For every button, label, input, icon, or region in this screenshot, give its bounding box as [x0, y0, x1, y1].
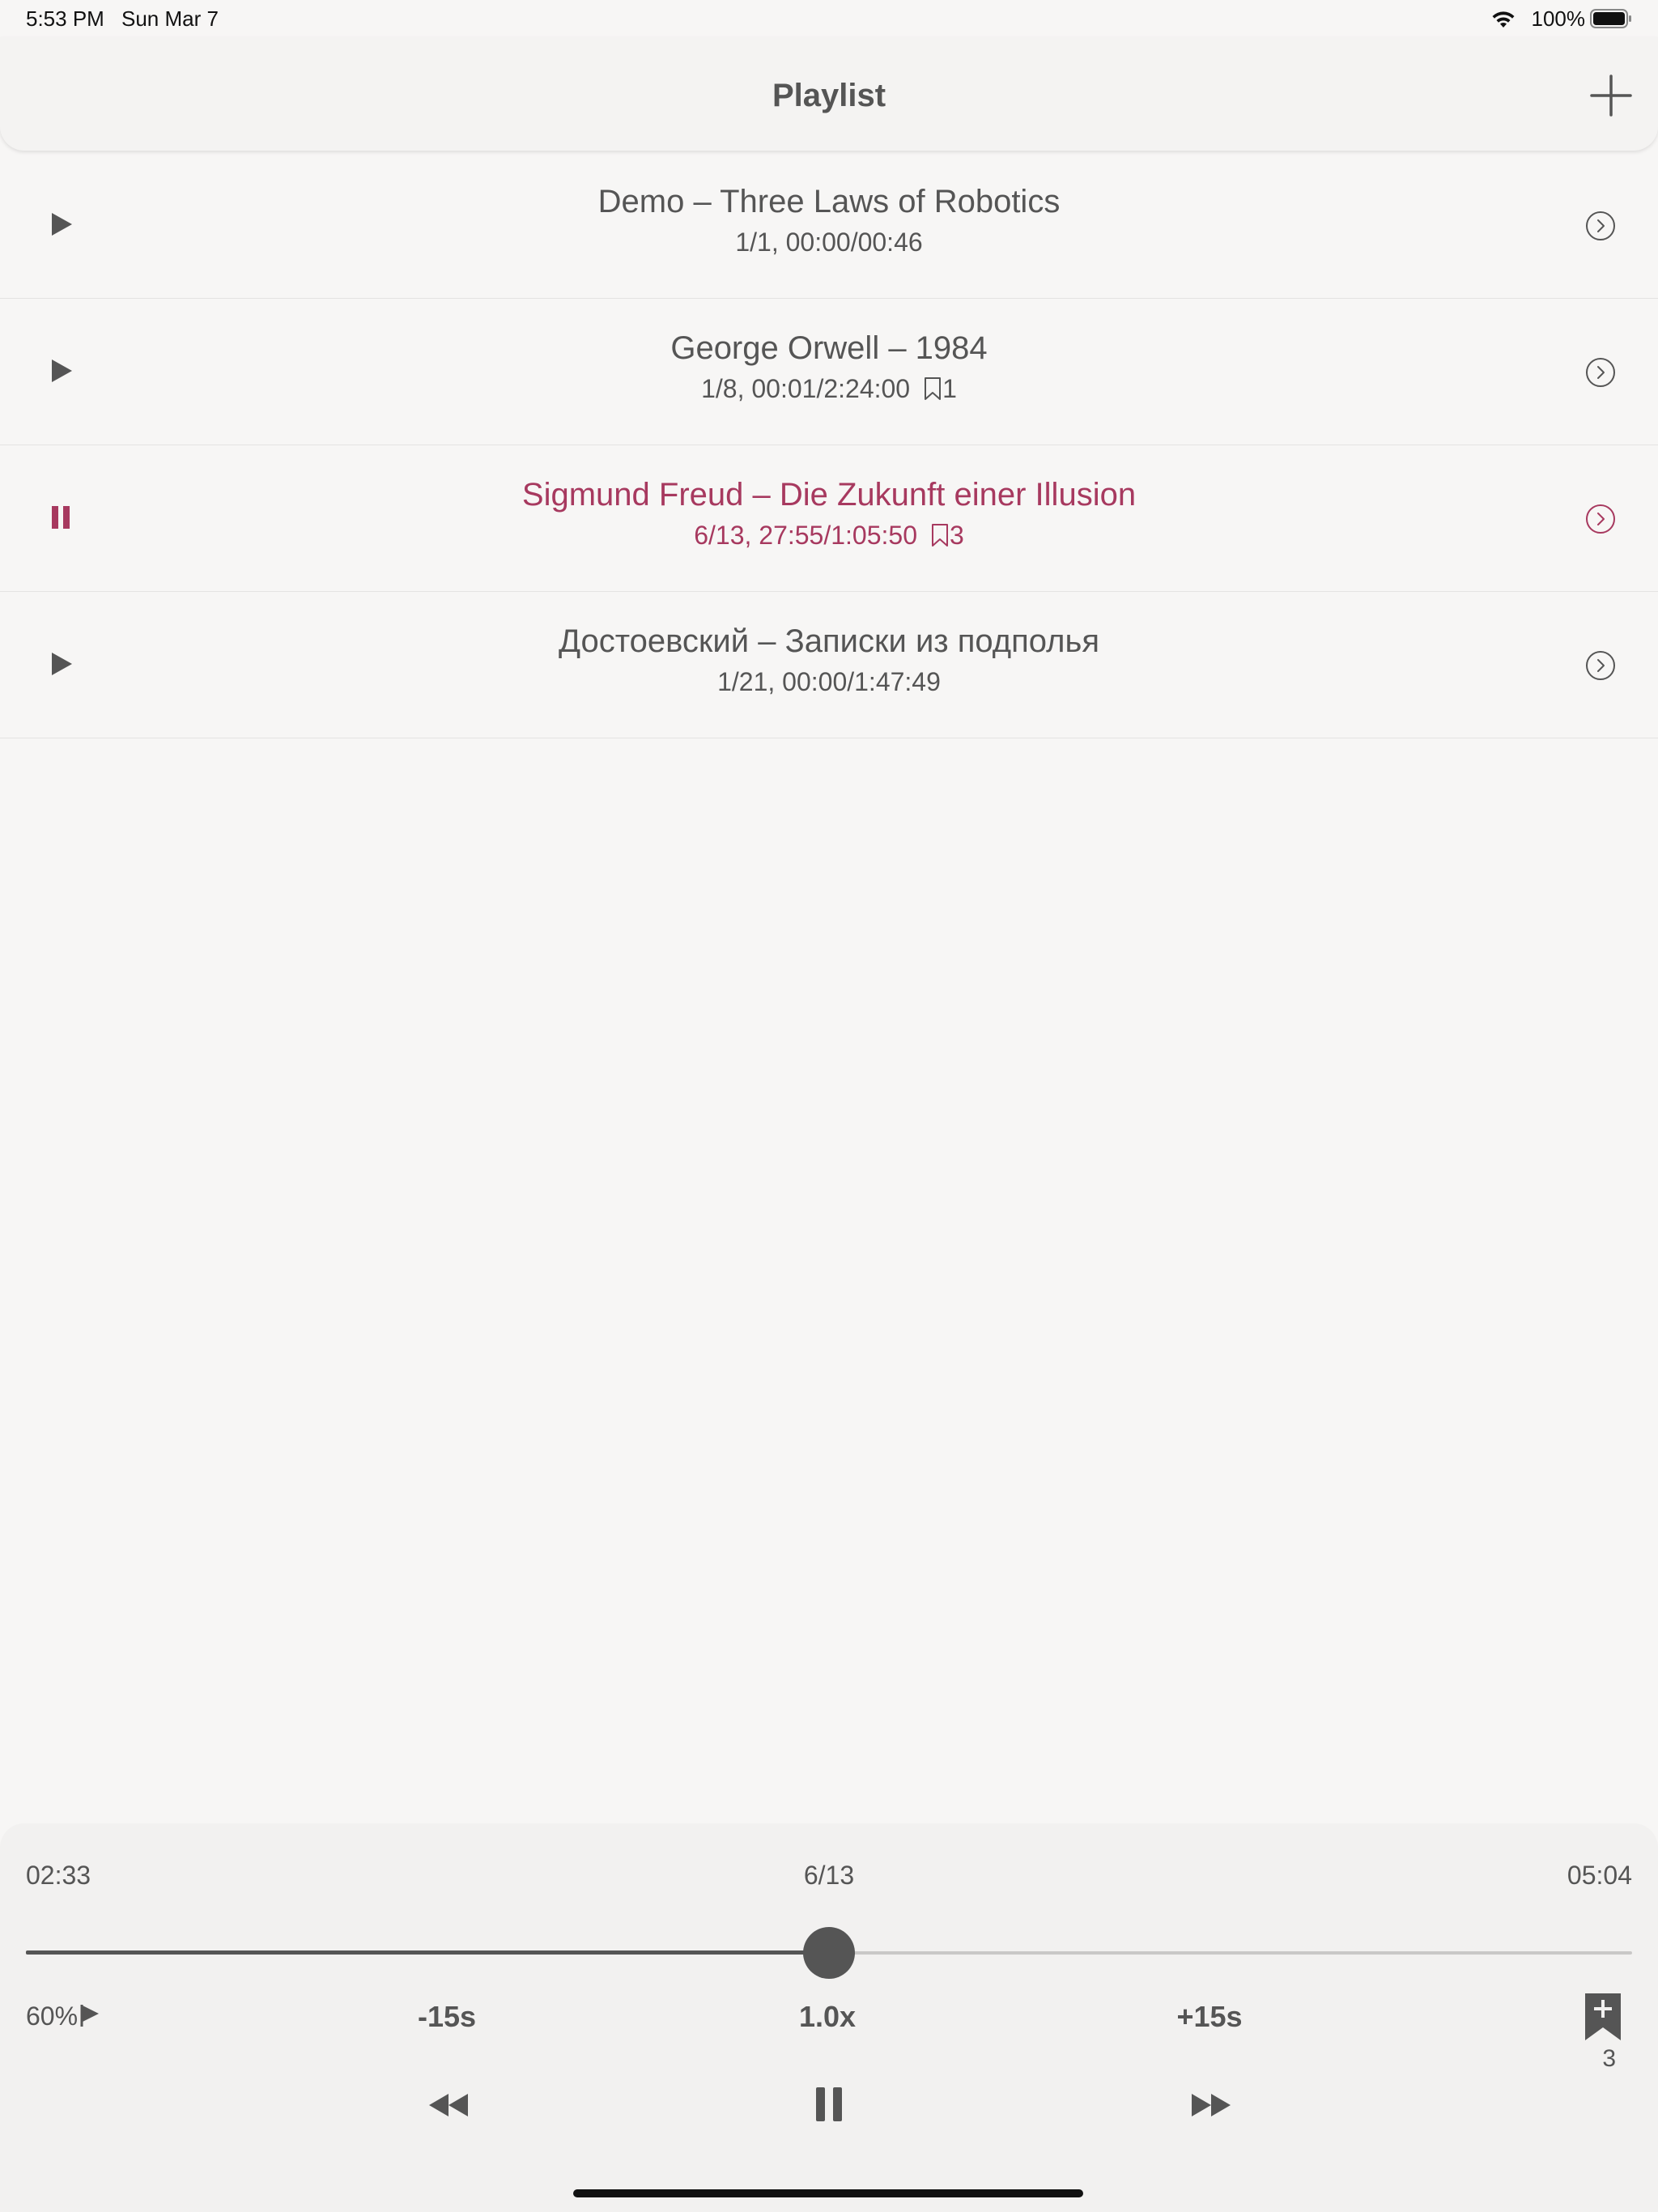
page-title: Playlist	[772, 78, 886, 113]
flag-icon	[80, 2005, 100, 2027]
play-icon[interactable]	[47, 357, 74, 385]
track-progress: 1/21, 00:00/1:47:49	[717, 667, 941, 696]
add-bookmark-icon[interactable]	[1584, 1992, 1622, 2042]
bookmark-count: 3	[950, 521, 964, 550]
status-time: 5:53 PM	[26, 6, 104, 31]
bookmark-outline-icon	[925, 377, 942, 400]
seek-slider[interactable]	[26, 1927, 1632, 1979]
chevron-right-circle-icon[interactable]	[1585, 211, 1616, 241]
slider-fill	[26, 1950, 829, 1955]
track-title: George Orwell – 1984	[670, 330, 988, 366]
track-title: Demo – Three Laws of Robotics	[597, 184, 1061, 219]
track-title: Sigmund Freud – Die Zukunft einer Illusi…	[521, 477, 1137, 513]
volume-control[interactable]: 60%	[26, 2001, 100, 2031]
track-progress: 1/1, 00:00/00:46	[735, 228, 923, 257]
player-panel: 02:33 6/13 05:04 60% -15s 1.0x +15s 3	[0, 1823, 1658, 2212]
slider-thumb[interactable]	[803, 1927, 855, 1979]
bookmark-count: 3	[1602, 2045, 1616, 2072]
chevron-right-circle-icon[interactable]	[1585, 504, 1616, 534]
chapter-position: 6/13	[803, 1861, 855, 1890]
navigation-bar: Playlist	[0, 37, 1658, 151]
playlist: Demo – Three Laws of Robotics 1/1, 00:00…	[0, 152, 1658, 738]
play-icon[interactable]	[47, 650, 74, 678]
track-row[interactable]: Достоевский – Записки из подполья 1/21, …	[0, 592, 1658, 738]
pause-icon[interactable]	[813, 2084, 845, 2125]
track-row[interactable]: Demo – Three Laws of Robotics 1/1, 00:00…	[0, 152, 1658, 299]
playback-speed-button[interactable]: 1.0x	[746, 2000, 908, 2034]
status-bar: 5:53 PM Sun Mar 7 100%	[0, 0, 1658, 37]
chevron-right-circle-icon[interactable]	[1585, 357, 1616, 388]
track-progress: 1/8, 00:01/2:24:00	[701, 374, 911, 403]
skip-forward-15-button[interactable]: +15s	[1129, 2000, 1290, 2034]
track-row-playing[interactable]: Sigmund Freud – Die Zukunft einer Illusi…	[0, 445, 1658, 592]
skip-back-15-button[interactable]: -15s	[366, 2000, 528, 2034]
remaining-time: 05:04	[1567, 1861, 1632, 1890]
bookmark-outline-icon	[932, 524, 948, 547]
battery-icon	[1590, 9, 1631, 28]
battery-percent: 100%	[1531, 6, 1586, 31]
chevron-right-circle-icon[interactable]	[1585, 650, 1616, 681]
rewind-icon[interactable]	[426, 2089, 471, 2121]
fast-forward-icon[interactable]	[1188, 2089, 1234, 2121]
wifi-icon	[1492, 11, 1515, 28]
track-row[interactable]: George Orwell – 1984 1/8, 00:01/2:24:00 1	[0, 299, 1658, 445]
volume-level: 60%	[26, 2001, 79, 2031]
status-date: Sun Mar 7	[121, 6, 219, 31]
track-progress: 6/13, 27:55/1:05:50	[694, 521, 917, 550]
play-icon[interactable]	[47, 211, 74, 238]
pause-icon[interactable]	[47, 504, 74, 531]
track-title: Достоевский – Записки из подполья	[558, 623, 1099, 659]
plus-icon[interactable]	[1588, 73, 1634, 118]
home-indicator	[573, 2189, 1083, 2197]
bookmark-count: 1	[942, 374, 957, 403]
